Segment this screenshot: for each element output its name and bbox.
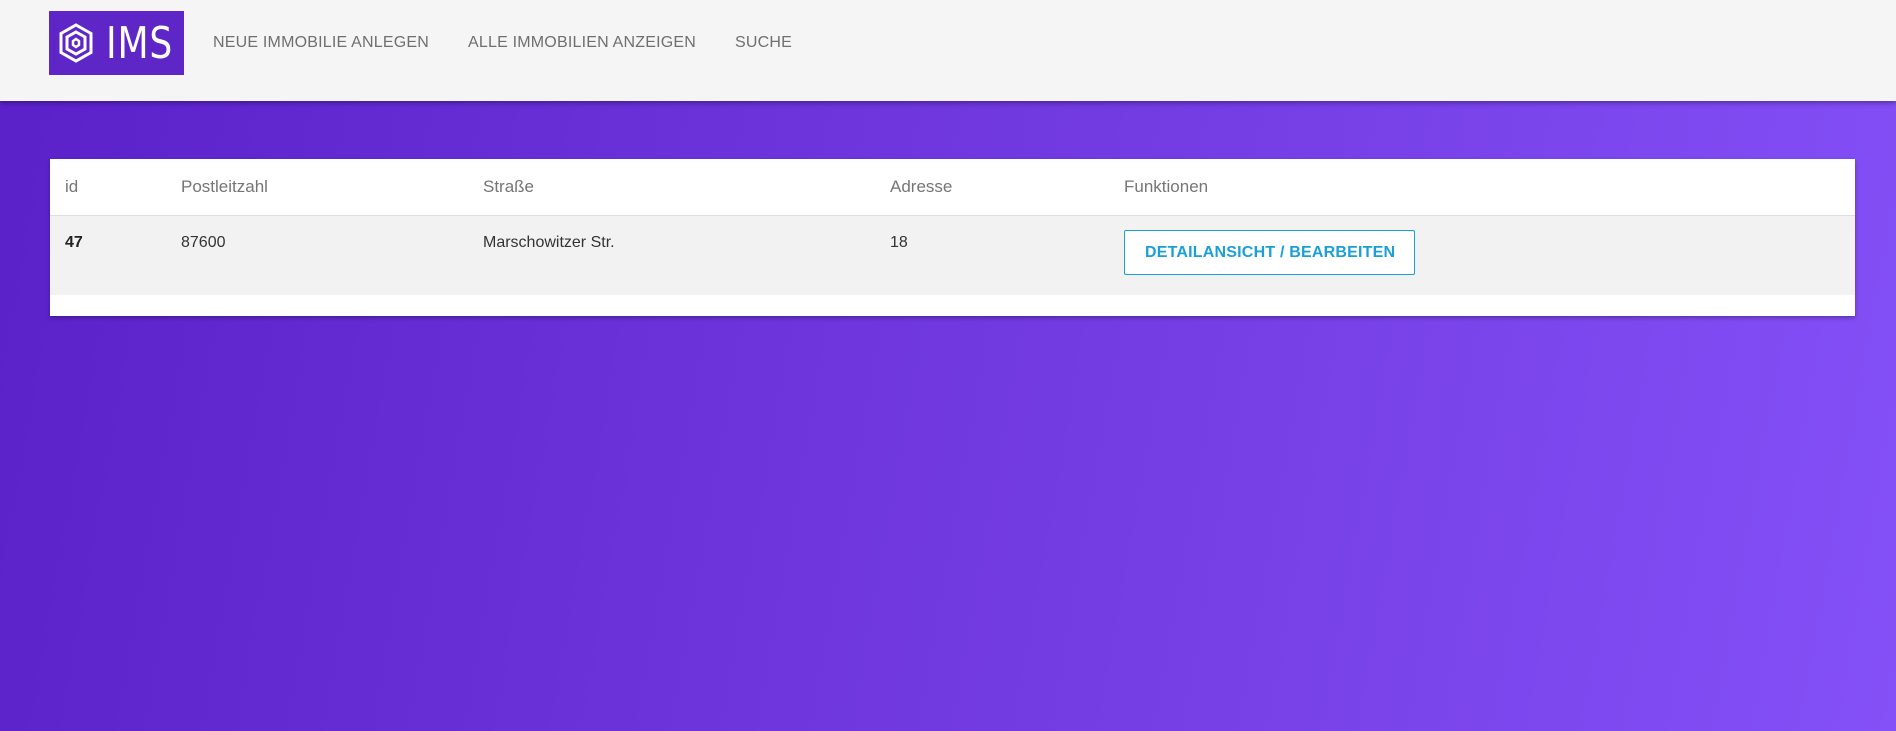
column-header-postleitzahl: Postleitzahl — [166, 159, 468, 216]
logo-text: IMS — [105, 17, 173, 69]
cell-adresse: 18 — [875, 215, 1109, 295]
property-table: id Postleitzahl Straße Adresse Funktione… — [50, 159, 1855, 295]
column-header-funktionen: Funktionen — [1109, 159, 1855, 216]
cell-postleitzahl: 87600 — [166, 215, 468, 295]
cell-strasse: Marschowitzer Str. — [468, 215, 875, 295]
detail-edit-button[interactable]: DETAILANSICHT / BEARBEITEN — [1124, 229, 1416, 275]
hexagon-logo-icon — [59, 23, 92, 63]
cell-funktionen: DETAILANSICHT / BEARBEITEN — [1109, 215, 1855, 295]
table-row: 47 87600 Marschowitzer Str. 18 DETAILANS… — [50, 215, 1855, 295]
ims-logo[interactable]: IMS — [49, 11, 184, 75]
nav-new-property[interactable]: NEUE IMMOBILIE ANLEGEN — [213, 34, 429, 52]
nav-all-properties[interactable]: ALLE IMMOBILIEN ANZEIGEN — [468, 34, 696, 52]
property-table-card: id Postleitzahl Straße Adresse Funktione… — [50, 159, 1855, 316]
cell-id: 47 — [50, 215, 166, 295]
column-header-strasse: Straße — [468, 159, 875, 216]
column-header-adresse: Adresse — [875, 159, 1109, 216]
top-navbar: IMS NEUE IMMOBILIE ANLEGEN ALLE IMMOBILI… — [0, 0, 1896, 101]
main-nav: NEUE IMMOBILIE ANLEGEN ALLE IMMOBILIEN A… — [213, 34, 831, 52]
nav-search[interactable]: SUCHE — [735, 34, 792, 52]
column-header-id: id — [50, 159, 166, 216]
table-header-row: id Postleitzahl Straße Adresse Funktione… — [50, 159, 1855, 216]
